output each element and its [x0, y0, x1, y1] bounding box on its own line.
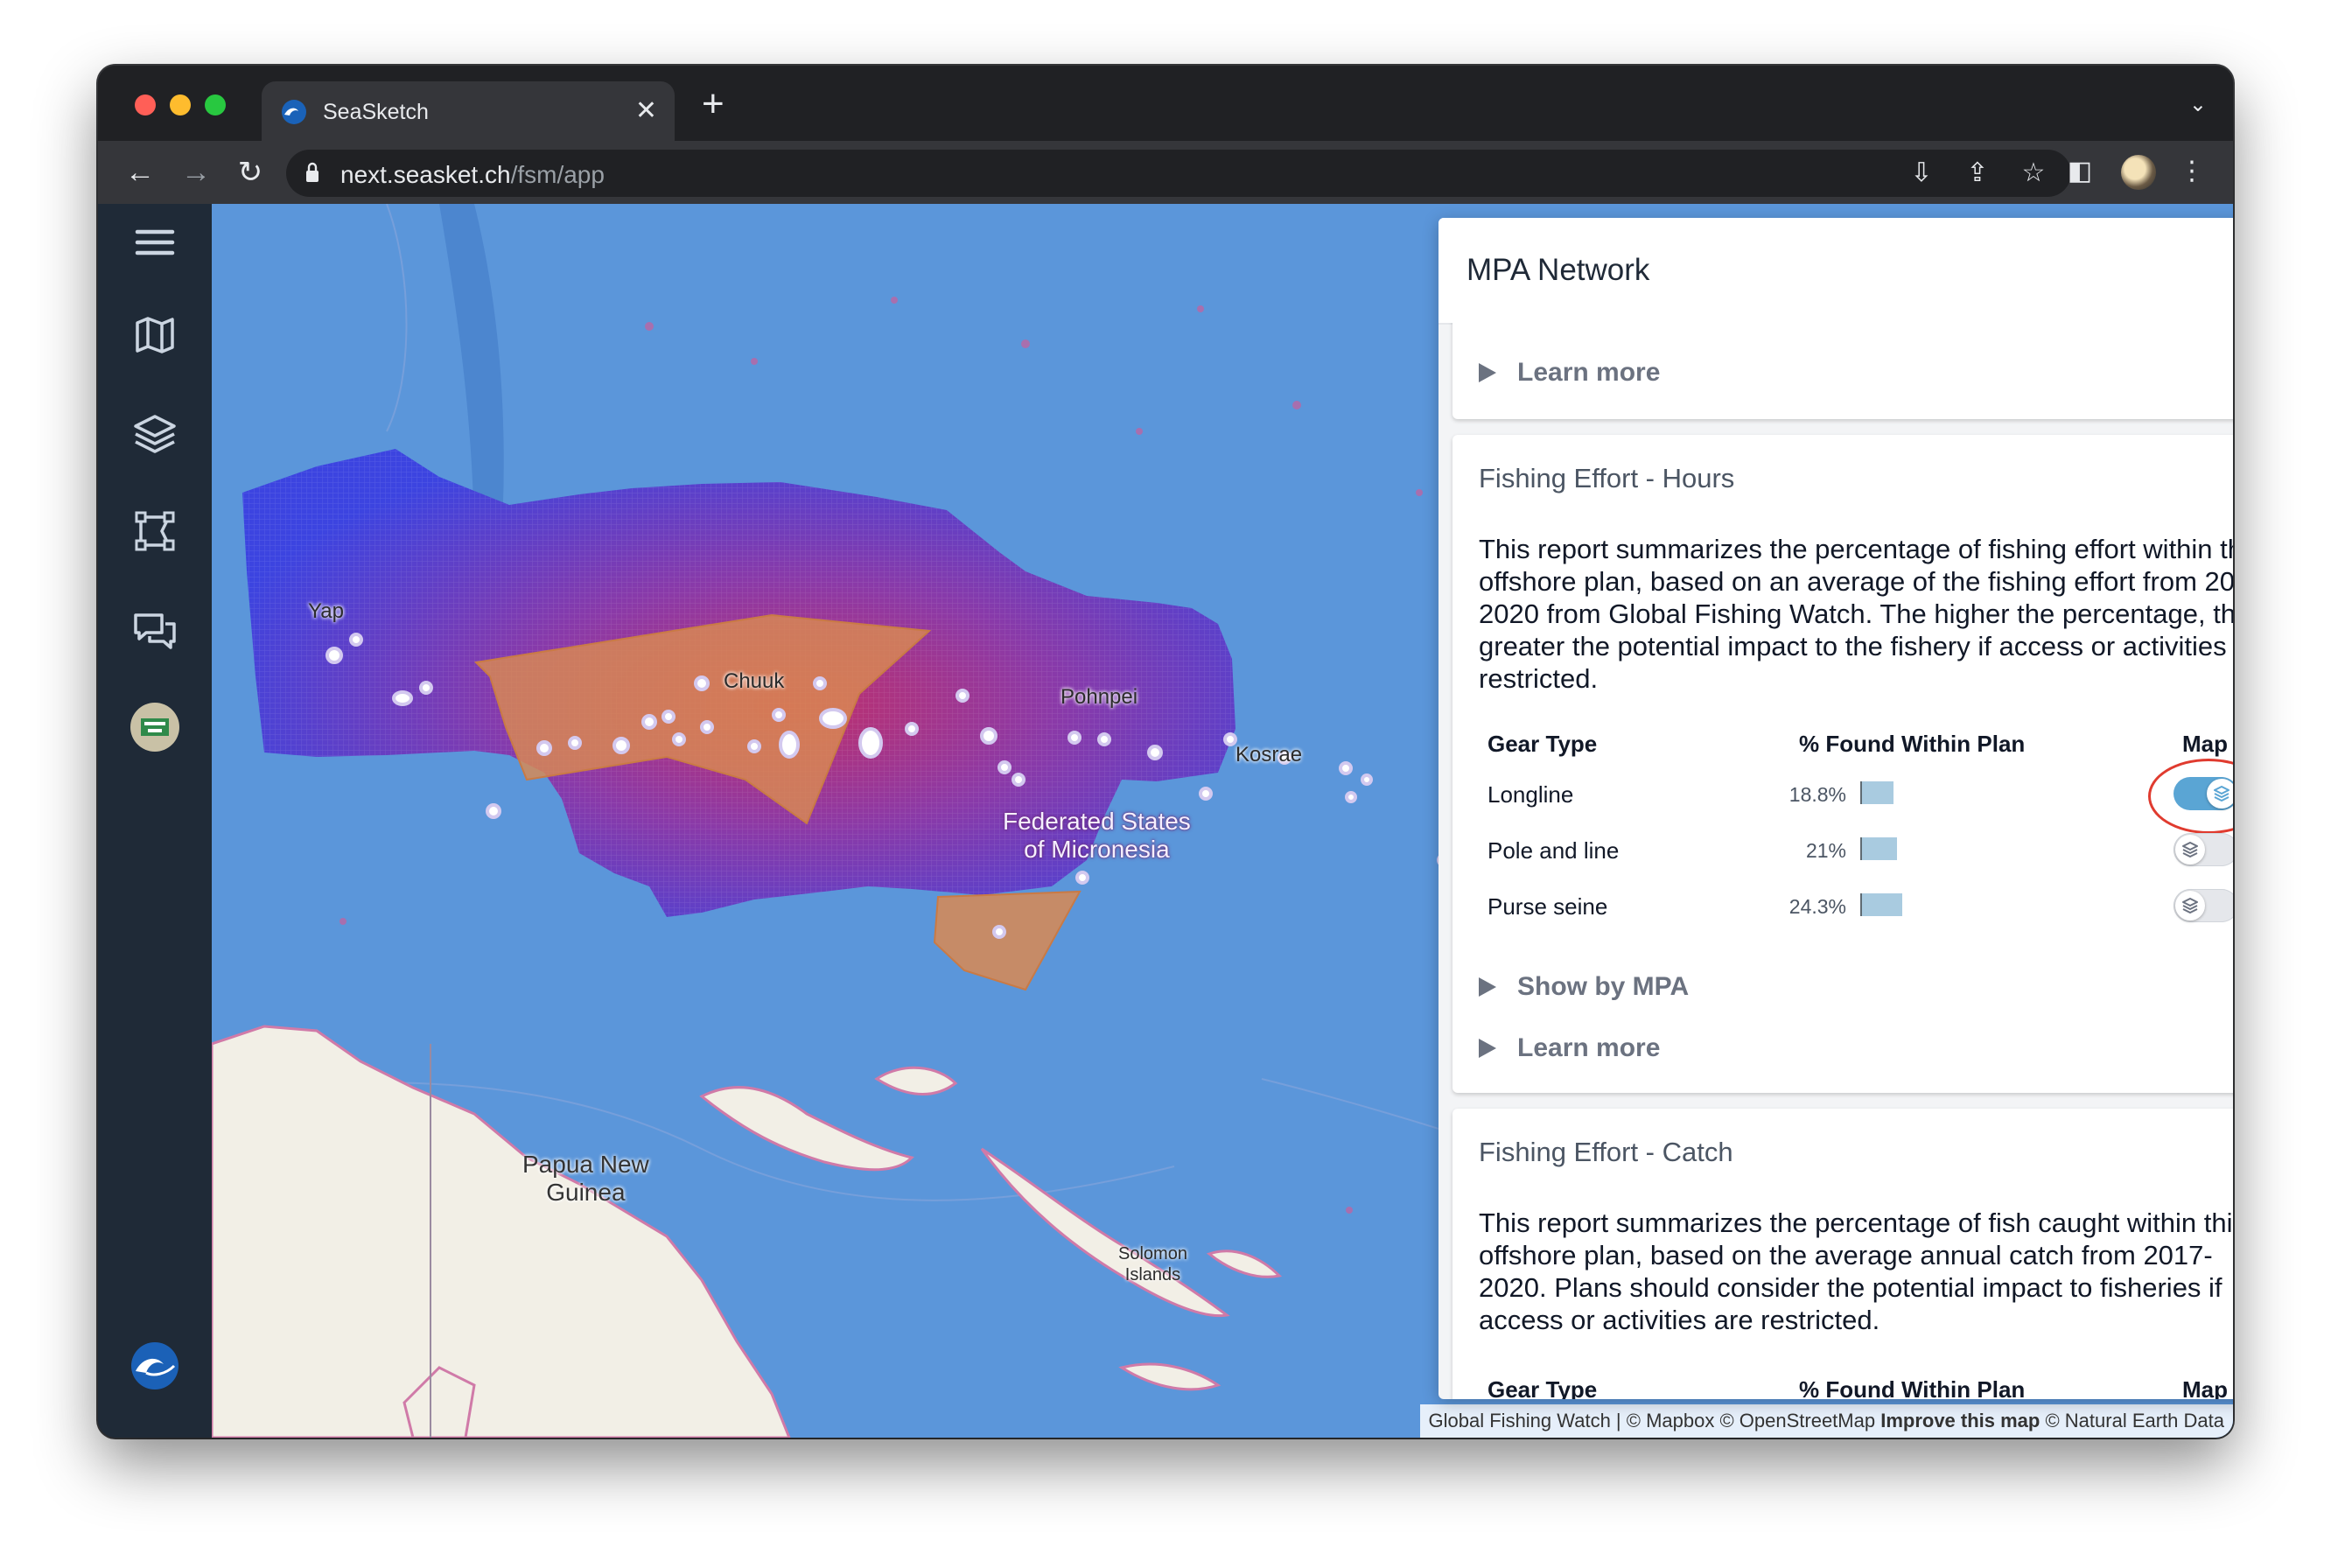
map-layer-toggle[interactable]: [2174, 833, 2233, 866]
caret-right-icon: [1479, 977, 1496, 997]
column-header-percent: % Found Within Plan: [1799, 731, 2026, 757]
map-label-chuuk: Chuuk: [724, 669, 785, 693]
seasketch-logo[interactable]: [130, 1341, 179, 1390]
panel-scroll-area[interactable]: Learn more Fishing Effort - Hours This r…: [1438, 323, 2233, 1399]
tab-close-icon[interactable]: ✕: [635, 95, 657, 126]
browser-window: SeaSketch ✕ + ⌄ ← → ↻ next.seasket.ch/fs…: [98, 66, 2233, 1438]
caret-right-icon: [1479, 363, 1496, 382]
address-bar[interactable]: next.seasket.ch/fsm/app ⇩ ⇪ ☆: [286, 150, 2071, 197]
zoom-window-button[interactable]: [205, 94, 226, 116]
reload-icon[interactable]: ↻: [231, 153, 270, 192]
layers-icon: [2182, 898, 2198, 914]
install-icon[interactable]: ⇩: [1901, 153, 1942, 193]
map-attribution: Global Fishing Watch | © Mapbox © OpenSt…: [1419, 1404, 2233, 1438]
menu-icon[interactable]: [130, 218, 179, 267]
report-panel: MPA Network Learn more Fishing Effort - …: [1438, 218, 2233, 1399]
column-header-percent: % Found Within Plan: [1799, 1376, 2026, 1399]
browser-toolbar: ← → ↻ next.seasket.ch/fsm/app ⇩ ⇪ ☆ ◧ ⋮: [98, 141, 2233, 206]
column-header-map: Map: [2182, 731, 2228, 757]
back-icon[interactable]: ←: [121, 153, 159, 192]
gear-name: Purse seine: [1488, 893, 1608, 920]
percent-value: 18.8%: [1788, 783, 1846, 806]
bookmark-star-icon[interactable]: ☆: [2013, 153, 2054, 193]
browser-tab[interactable]: SeaSketch ✕: [262, 81, 675, 141]
caret-right-icon: [1479, 1039, 1496, 1058]
column-header-map: Map: [2182, 1376, 2228, 1399]
percent-value: 24.3%: [1788, 895, 1846, 918]
sketch-icon[interactable]: [130, 507, 179, 556]
minimize-window-button[interactable]: [170, 94, 191, 116]
map-label-png: Papua New Guinea: [522, 1151, 649, 1206]
percent-bar: [1860, 837, 1897, 860]
panel-title: MPA Network: [1466, 253, 1650, 287]
highlight-annotation-ring: [2148, 759, 2233, 834]
column-header-gear-type: Gear Type: [1488, 1376, 1598, 1399]
profile-avatar[interactable]: [2121, 155, 2156, 190]
map-label-yap: Yap: [308, 599, 344, 623]
map-label-solomon: Solomon Islands: [1118, 1244, 1187, 1284]
tab-strip: SeaSketch ✕ + ⌄: [98, 66, 2233, 141]
gear-name: Pole and line: [1488, 837, 1620, 864]
layers-icon: [2182, 842, 2198, 858]
tab-search-chevron-icon[interactable]: ⌄: [2189, 92, 2207, 117]
show-by-mpa-toggle[interactable]: Show by MPA: [1479, 972, 1689, 1002]
previous-report-card: Learn more: [1452, 323, 2233, 419]
gear-name: Longline: [1488, 781, 1574, 808]
percent-bar: [1860, 893, 1902, 916]
percent-value: 21%: [1805, 839, 1846, 862]
map-label-pohnpei: Pohnpei: [1060, 685, 1138, 709]
close-window-button[interactable]: [135, 94, 156, 116]
tab-title: SeaSketch: [323, 100, 429, 124]
seasketch-app: Yap Chuuk Pohnpei Kosrae Federated State…: [98, 204, 2233, 1438]
seasketch-favicon-icon: [282, 100, 306, 124]
improve-map-link[interactable]: Improve this map: [1880, 1410, 2040, 1432]
column-header-gear-type: Gear Type: [1488, 731, 1598, 757]
map-label-kosrae: Kosrae: [1236, 743, 1303, 766]
map-label-fsm: Federated States of Micronesia: [1003, 808, 1191, 863]
more-menu-icon[interactable]: ⋮: [2172, 151, 2212, 192]
forward-icon[interactable]: →: [177, 153, 215, 192]
card-title: Fishing Effort - Hours: [1479, 463, 1735, 494]
map-view[interactable]: Yap Chuuk Pohnpei Kosrae Federated State…: [212, 204, 2233, 1438]
panel-header: MPA Network: [1438, 218, 2233, 325]
card-description: This report summarizes the percentage of…: [1479, 1208, 2233, 1335]
lock-icon: [306, 162, 318, 182]
percent-bar: [1860, 781, 1894, 804]
url-text: next.seasket.ch/fsm/app: [340, 161, 605, 188]
app-sidebar: [98, 204, 212, 1438]
learn-more-toggle[interactable]: Learn more: [1479, 358, 1660, 388]
fishing-effort-hours-card: Fishing Effort - Hours This report summa…: [1452, 435, 2233, 1093]
fishing-effort-catch-card: Fishing Effort - Catch This report summa…: [1452, 1109, 2233, 1399]
share-icon[interactable]: ⇪: [1957, 153, 1998, 193]
learn-more-toggle[interactable]: Learn more: [1479, 1033, 1660, 1063]
card-title: Fishing Effort - Catch: [1479, 1137, 1733, 1167]
new-tab-button[interactable]: +: [702, 85, 724, 123]
attribution-gfw[interactable]: Global Fishing Watch: [1429, 1410, 1611, 1432]
forum-icon[interactable]: [130, 606, 179, 655]
layers-icon[interactable]: [130, 410, 179, 458]
map-layer-toggle[interactable]: [2174, 889, 2233, 922]
card-description: This report summarizes the percentage of…: [1479, 534, 2233, 694]
map-icon[interactable]: [130, 311, 179, 360]
project-logo[interactable]: [130, 703, 179, 752]
side-panel-icon[interactable]: ◧: [2060, 151, 2100, 192]
